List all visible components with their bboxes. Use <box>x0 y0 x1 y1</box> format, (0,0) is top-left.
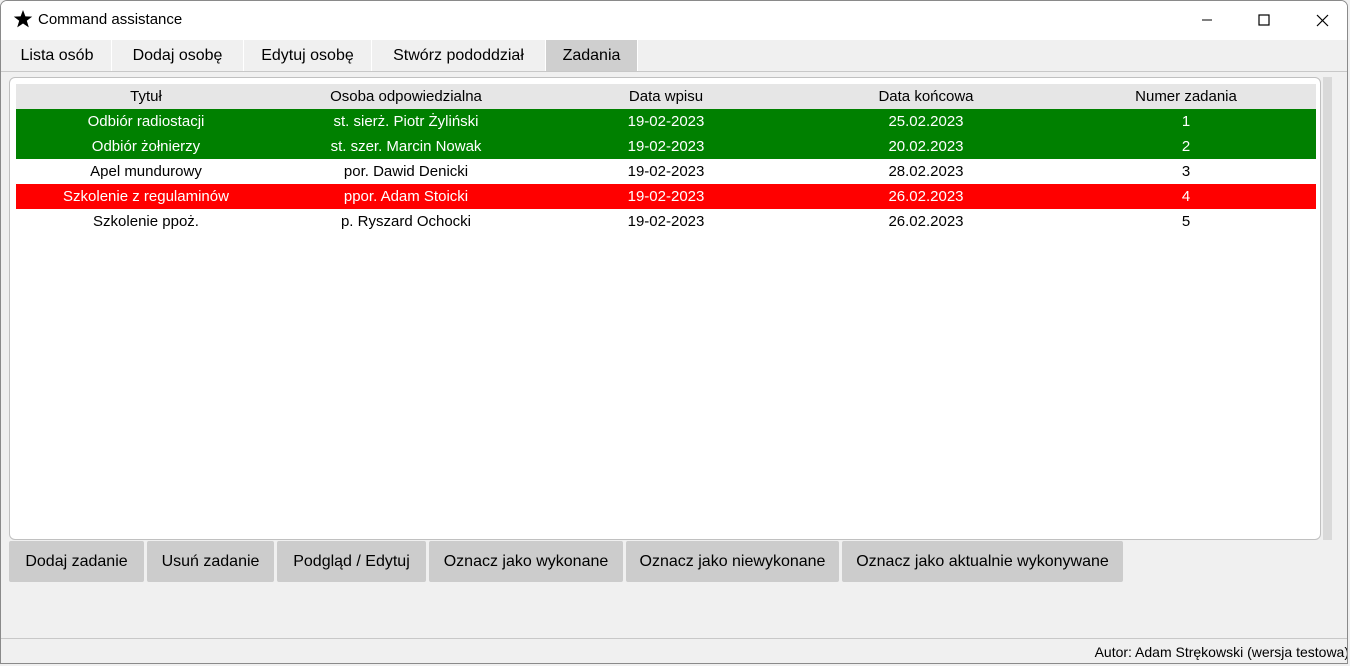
title-bar[interactable]: Command assistance <box>1 1 1347 39</box>
close-button[interactable] <box>1299 1 1345 39</box>
tab-bar: Lista osób Dodaj osobę Edytuj osobę Stwó… <box>1 40 1347 72</box>
preview-edit-button[interactable]: Podgląd / Edytuj <box>277 541 426 582</box>
table-row[interactable]: Apel mundurowy por. Dawid Denicki 19-02-… <box>16 159 1316 184</box>
tab-label: Dodaj osobę <box>132 46 223 64</box>
cell-title: Szkolenie z regulaminów <box>63 188 229 205</box>
star-icon <box>13 9 33 29</box>
tasks-panel: Tytuł Osoba odpowiedzialna Data wpisu Da… <box>1 72 1347 638</box>
header-end-date[interactable]: Data końcowa <box>796 84 1056 109</box>
cell-responsible: por. Dawid Denicki <box>343 163 469 180</box>
table-row[interactable]: Odbiór radiostacji st. sierż. Piotr Żyli… <box>16 109 1316 134</box>
cell-entry-date: 19-02-2023 <box>627 213 705 230</box>
tasks-table[interactable]: Tytuł Osoba odpowiedzialna Data wpisu Da… <box>9 77 1321 540</box>
cell-responsible: st. sierż. Piotr Żyliński <box>333 113 479 130</box>
tab-stworz-pododdzial[interactable]: Stwórz pododdział <box>372 40 546 71</box>
cell-task-number: 4 <box>1181 188 1191 205</box>
cell-task-number: 5 <box>1181 213 1191 230</box>
cell-task-number: 2 <box>1181 138 1191 155</box>
table-row[interactable]: Odbiór żołnierzy st. szer. Marcin Nowak … <box>16 134 1316 159</box>
add-task-button[interactable]: Dodaj zadanie <box>9 541 144 582</box>
cell-task-number: 3 <box>1181 163 1191 180</box>
window-title: Command assistance <box>38 11 183 28</box>
tab-label: Zadania <box>562 46 621 64</box>
cell-entry-date: 19-02-2023 <box>627 163 705 180</box>
tab-edytuj-osobe[interactable]: Edytuj osobę <box>244 40 372 71</box>
cell-entry-date: 19-02-2023 <box>627 113 705 130</box>
tab-label: Lista osób <box>20 46 94 64</box>
cell-responsible: ppor. Adam Stoicki <box>343 188 469 205</box>
cell-title: Odbiór żołnierzy <box>91 138 201 155</box>
close-icon <box>1316 14 1328 26</box>
cell-end-date: 20.02.2023 <box>888 138 964 155</box>
cell-entry-date: 19-02-2023 <box>627 138 705 155</box>
vertical-scrollbar[interactable] <box>1323 77 1332 540</box>
minimize-icon <box>1202 19 1212 21</box>
cell-title: Szkolenie ppoż. <box>93 213 199 230</box>
table-row[interactable]: Szkolenie z regulaminów ppor. Adam Stoic… <box>16 184 1316 209</box>
cell-title: Apel mundurowy <box>90 163 202 180</box>
header-entry-date[interactable]: Data wpisu <box>536 84 796 109</box>
cell-title: Odbiór radiostacji <box>87 113 205 130</box>
table-row[interactable]: Szkolenie ppoż. p. Ryszard Ochocki 19-02… <box>16 209 1316 234</box>
tab-label: Stwórz pododdział <box>393 46 524 64</box>
table-header: Tytuł Osoba odpowiedzialna Data wpisu Da… <box>16 84 1316 109</box>
cell-end-date: 28.02.2023 <box>888 163 964 180</box>
tab-zadania[interactable]: Zadania <box>546 40 638 71</box>
app-window: Command assistance Lista osób Dodaj osob… <box>0 0 1348 664</box>
cell-responsible: p. Ryszard Ochocki <box>340 213 472 230</box>
delete-task-button[interactable]: Usuń zadanie <box>147 541 274 582</box>
mark-done-button[interactable]: Oznacz jako wykonane <box>429 541 623 582</box>
header-responsible[interactable]: Osoba odpowiedzialna <box>276 84 536 109</box>
tab-lista-osob[interactable]: Lista osób <box>3 40 112 71</box>
maximize-icon <box>1258 14 1270 26</box>
mark-in-progress-button[interactable]: Oznacz jako aktualnie wykonywane <box>842 541 1123 582</box>
cell-end-date: 26.02.2023 <box>888 213 964 230</box>
tab-label: Edytuj osobę <box>261 46 354 64</box>
header-title[interactable]: Tytuł <box>16 84 276 109</box>
maximize-button[interactable] <box>1241 1 1287 39</box>
tab-dodaj-osobe[interactable]: Dodaj osobę <box>112 40 244 71</box>
minimize-button[interactable] <box>1184 1 1230 39</box>
cell-end-date: 26.02.2023 <box>888 188 964 205</box>
mark-not-done-button[interactable]: Oznacz jako niewykonane <box>626 541 839 582</box>
cell-responsible: st. szer. Marcin Nowak <box>330 138 482 155</box>
author-label: Autor: Adam Strękowski (wersja testowa) <box>1094 644 1348 660</box>
cell-end-date: 25.02.2023 <box>888 113 964 130</box>
status-bar: Autor: Adam Strękowski (wersja testowa) <box>1 638 1348 663</box>
header-task-number[interactable]: Numer zadania <box>1056 84 1316 109</box>
cell-task-number: 1 <box>1181 113 1191 130</box>
cell-entry-date: 19-02-2023 <box>627 188 705 205</box>
